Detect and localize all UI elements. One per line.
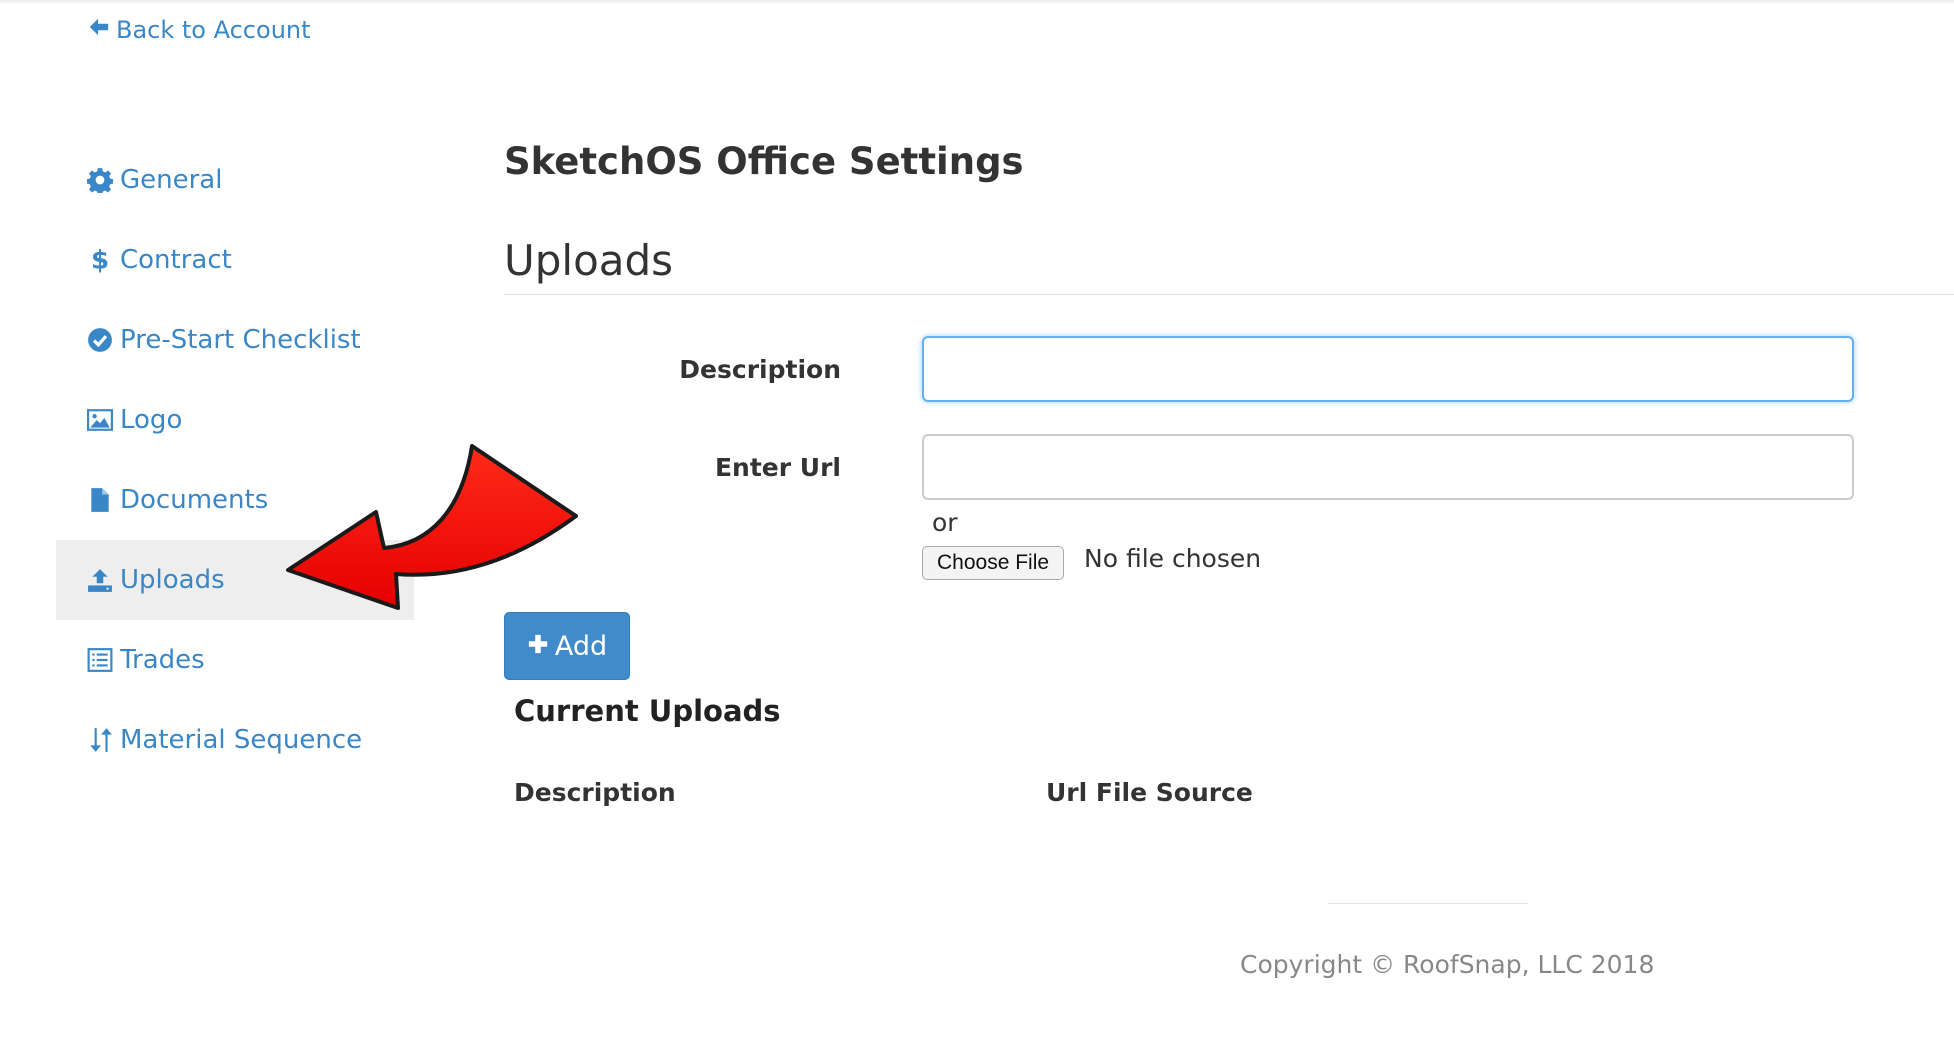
- sidebar-item-label: Material Sequence: [120, 725, 363, 755]
- url-input[interactable]: [922, 434, 1854, 500]
- top-shadow: [0, 0, 1954, 4]
- arrow-left-icon: [88, 16, 110, 44]
- check-circle-icon: [86, 326, 114, 354]
- sidebar-item-pre-start-checklist[interactable]: Pre-Start Checklist: [56, 300, 414, 380]
- sidebar-item-material-sequence[interactable]: Material Sequence: [56, 700, 414, 780]
- svg-text:$: $: [91, 247, 109, 273]
- section-divider: [504, 294, 1954, 295]
- description-input[interactable]: [922, 336, 1854, 402]
- sidebar-item-contract[interactable]: $ Contract: [56, 220, 414, 300]
- column-header-description: Description: [514, 778, 676, 807]
- list-icon: [86, 646, 114, 674]
- image-icon: [86, 406, 114, 434]
- copyright-text: Copyright © RoofSnap, LLC 2018: [1240, 950, 1655, 979]
- description-label: Description: [679, 355, 841, 384]
- annotation-arrow-icon: [286, 444, 578, 610]
- add-button[interactable]: Add: [504, 612, 630, 680]
- sort-icon: [86, 726, 114, 754]
- sidebar-item-general[interactable]: General: [56, 140, 414, 220]
- sidebar-item-label: General: [120, 165, 223, 195]
- upload-icon: [86, 566, 114, 594]
- file-icon: [86, 486, 114, 514]
- page-title: SketchOS Office Settings: [504, 140, 1024, 183]
- sidebar-item-label: Uploads: [120, 565, 225, 595]
- section-title: Uploads: [504, 236, 674, 285]
- sidebar-item-label: Logo: [120, 405, 183, 435]
- current-uploads-title: Current Uploads: [514, 694, 781, 728]
- or-separator: or: [932, 508, 958, 537]
- sidebar-item-label: Documents: [120, 485, 269, 515]
- gear-icon: [86, 166, 114, 194]
- column-header-url-file-source: Url File Source: [1046, 778, 1253, 807]
- file-status-text: No file chosen: [1084, 544, 1262, 573]
- sidebar-item-trades[interactable]: Trades: [56, 620, 414, 700]
- add-button-label: Add: [554, 630, 608, 662]
- choose-file-button[interactable]: Choose File: [922, 546, 1065, 580]
- sidebar-item-label: Trades: [120, 645, 205, 675]
- sidebar-item-label: Pre-Start Checklist: [120, 325, 361, 355]
- back-to-account-label: Back to Account: [116, 16, 311, 44]
- plus-icon: [527, 631, 549, 662]
- sidebar-item-label: Contract: [120, 245, 232, 275]
- back-to-account-link[interactable]: Back to Account: [88, 16, 311, 44]
- dollar-icon: $: [86, 246, 114, 274]
- footer-divider: [1328, 903, 1528, 904]
- page: Back to Account General $ Contract Pre-S…: [0, 0, 1954, 1042]
